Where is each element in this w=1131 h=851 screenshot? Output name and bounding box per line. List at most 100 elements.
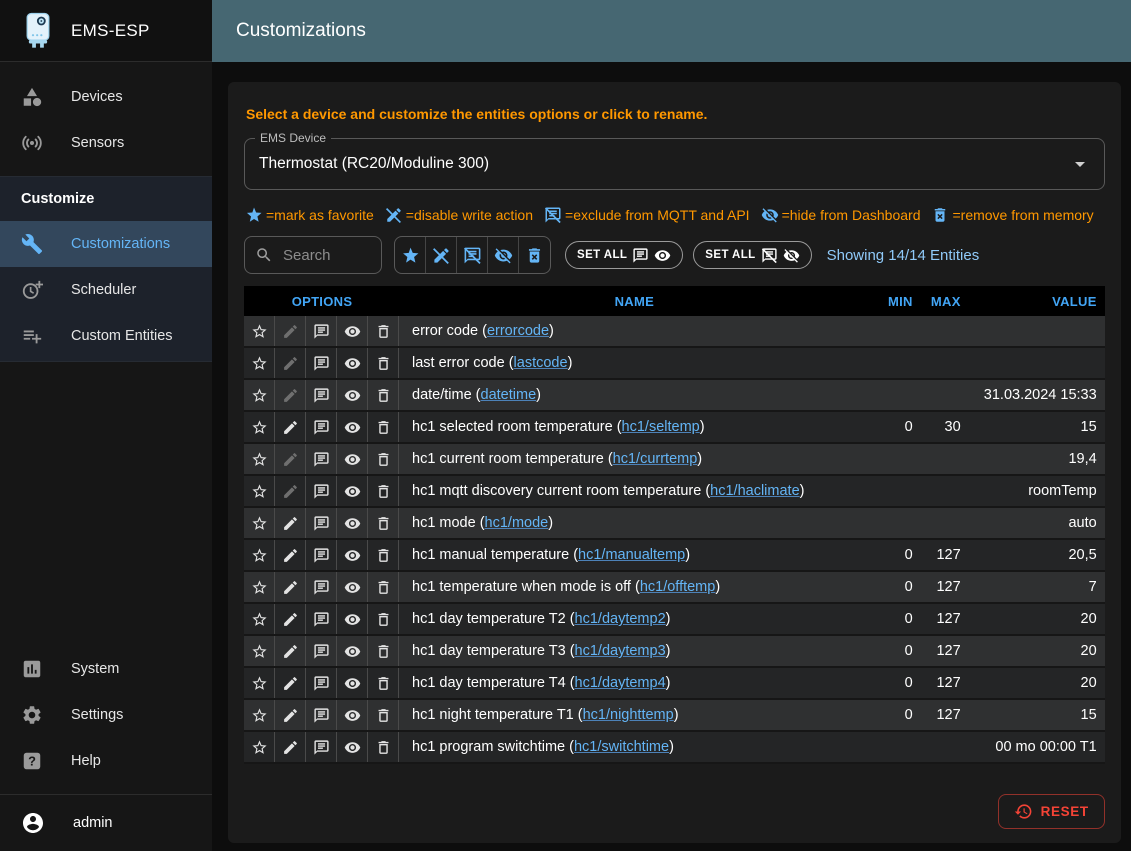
delete-option[interactable]	[368, 380, 399, 410]
sidebar-user-admin[interactable]: admin	[0, 795, 212, 851]
sidebar-item-sensors[interactable]: Sensors	[0, 120, 212, 166]
mqtt-exclude-option[interactable]	[306, 668, 337, 698]
entity-link[interactable]: hc1/currtemp	[613, 451, 698, 467]
favorite-option[interactable]	[244, 348, 275, 378]
entity-name[interactable]: hc1 mode (hc1/mode)	[400, 515, 869, 531]
edit-option[interactable]	[275, 700, 306, 730]
delete-option[interactable]	[368, 604, 399, 634]
entity-name[interactable]: error code (errorcode)	[400, 323, 869, 339]
favorite-option[interactable]	[244, 380, 275, 410]
entity-name[interactable]: date/time (datetime)	[400, 387, 869, 403]
sidebar-item-customizations[interactable]: Customizations	[0, 221, 212, 267]
favorite-option[interactable]	[244, 540, 275, 570]
mqtt-exclude-option[interactable]	[306, 380, 337, 410]
entity-link[interactable]: errorcode	[487, 323, 549, 339]
sidebar-item-help[interactable]: Help	[0, 738, 212, 784]
ems-device-select[interactable]: EMS Device Thermostat (RC20/Moduline 300…	[244, 138, 1105, 190]
filter-exclude-mqtt-button[interactable]	[457, 237, 488, 273]
visibility-option[interactable]	[337, 636, 368, 666]
favorite-option[interactable]	[244, 700, 275, 730]
favorite-option[interactable]	[244, 412, 275, 442]
entity-name[interactable]: hc1 current room temperature (hc1/currte…	[400, 451, 869, 467]
set-all-visible-button[interactable]: SET ALL	[565, 241, 683, 269]
entity-link[interactable]: hc1/mode	[485, 515, 549, 531]
entity-name[interactable]: hc1 program switchtime (hc1/switchtime)	[400, 739, 869, 755]
visibility-option[interactable]	[337, 316, 368, 346]
delete-option[interactable]	[368, 572, 399, 602]
entity-name[interactable]: hc1 temperature when mode is off (hc1/of…	[400, 579, 869, 595]
entity-name[interactable]: hc1 night temperature T1 (hc1/nighttemp)	[400, 707, 869, 723]
visibility-option[interactable]	[337, 668, 368, 698]
edit-option[interactable]	[275, 540, 306, 570]
sidebar-item-system[interactable]: System	[0, 646, 212, 692]
edit-option[interactable]	[275, 380, 306, 410]
edit-option[interactable]	[275, 348, 306, 378]
favorite-option[interactable]	[244, 636, 275, 666]
mqtt-exclude-option[interactable]	[306, 700, 337, 730]
entity-link[interactable]: hc1/seltemp	[622, 419, 700, 435]
edit-option[interactable]	[275, 636, 306, 666]
favorite-option[interactable]	[244, 604, 275, 634]
favorite-option[interactable]	[244, 508, 275, 538]
visibility-option[interactable]	[337, 732, 368, 762]
delete-option[interactable]	[368, 412, 399, 442]
favorite-option[interactable]	[244, 476, 275, 506]
filter-favorite-button[interactable]	[395, 237, 426, 273]
visibility-option[interactable]	[337, 444, 368, 474]
entity-name[interactable]: hc1 selected room temperature (hc1/selte…	[400, 419, 869, 435]
visibility-option[interactable]	[337, 508, 368, 538]
mqtt-exclude-option[interactable]	[306, 508, 337, 538]
edit-option[interactable]	[275, 508, 306, 538]
sidebar-item-custom-entities[interactable]: Custom Entities	[0, 313, 212, 359]
filter-hide-dashboard-button[interactable]	[488, 237, 519, 273]
entity-name[interactable]: hc1 day temperature T2 (hc1/daytemp2)	[400, 611, 869, 627]
entity-link[interactable]: hc1/daytemp2	[575, 611, 666, 627]
entity-name[interactable]: hc1 manual temperature (hc1/manualtemp)	[400, 547, 869, 563]
delete-option[interactable]	[368, 732, 399, 762]
entity-name[interactable]: last error code (lastcode)	[400, 355, 869, 371]
delete-option[interactable]	[368, 700, 399, 730]
visibility-option[interactable]	[337, 700, 368, 730]
mqtt-exclude-option[interactable]	[306, 316, 337, 346]
edit-option[interactable]	[275, 444, 306, 474]
sidebar-item-settings[interactable]: Settings	[0, 692, 212, 738]
mqtt-exclude-option[interactable]	[306, 732, 337, 762]
delete-option[interactable]	[368, 476, 399, 506]
mqtt-exclude-option[interactable]	[306, 348, 337, 378]
delete-option[interactable]	[368, 508, 399, 538]
entity-name[interactable]: hc1 mqtt discovery current room temperat…	[400, 483, 869, 499]
favorite-option[interactable]	[244, 444, 275, 474]
sidebar-item-devices[interactable]: Devices	[0, 74, 212, 120]
set-all-hidden-button[interactable]: SET ALL	[693, 241, 811, 269]
edit-option[interactable]	[275, 316, 306, 346]
visibility-option[interactable]	[337, 348, 368, 378]
delete-option[interactable]	[368, 348, 399, 378]
mqtt-exclude-option[interactable]	[306, 636, 337, 666]
mqtt-exclude-option[interactable]	[306, 540, 337, 570]
favorite-option[interactable]	[244, 572, 275, 602]
edit-option[interactable]	[275, 476, 306, 506]
edit-option[interactable]	[275, 732, 306, 762]
mqtt-exclude-option[interactable]	[306, 476, 337, 506]
favorite-option[interactable]	[244, 316, 275, 346]
edit-option[interactable]	[275, 572, 306, 602]
delete-option[interactable]	[368, 444, 399, 474]
delete-option[interactable]	[368, 636, 399, 666]
mqtt-exclude-option[interactable]	[306, 572, 337, 602]
entity-name[interactable]: hc1 day temperature T4 (hc1/daytemp4)	[400, 675, 869, 691]
mqtt-exclude-option[interactable]	[306, 412, 337, 442]
entity-link[interactable]: hc1/daytemp3	[575, 643, 666, 659]
filter-remove-memory-button[interactable]	[519, 237, 550, 273]
search-input[interactable]	[281, 246, 371, 265]
favorite-option[interactable]	[244, 668, 275, 698]
visibility-option[interactable]	[337, 412, 368, 442]
entity-name[interactable]: hc1 day temperature T3 (hc1/daytemp3)	[400, 643, 869, 659]
search-box[interactable]	[244, 236, 382, 274]
delete-option[interactable]	[368, 540, 399, 570]
entity-link[interactable]: datetime	[481, 387, 537, 403]
edit-option[interactable]	[275, 604, 306, 634]
mqtt-exclude-option[interactable]	[306, 444, 337, 474]
visibility-option[interactable]	[337, 604, 368, 634]
entity-link[interactable]: hc1/manualtemp	[578, 547, 685, 563]
edit-option[interactable]	[275, 412, 306, 442]
